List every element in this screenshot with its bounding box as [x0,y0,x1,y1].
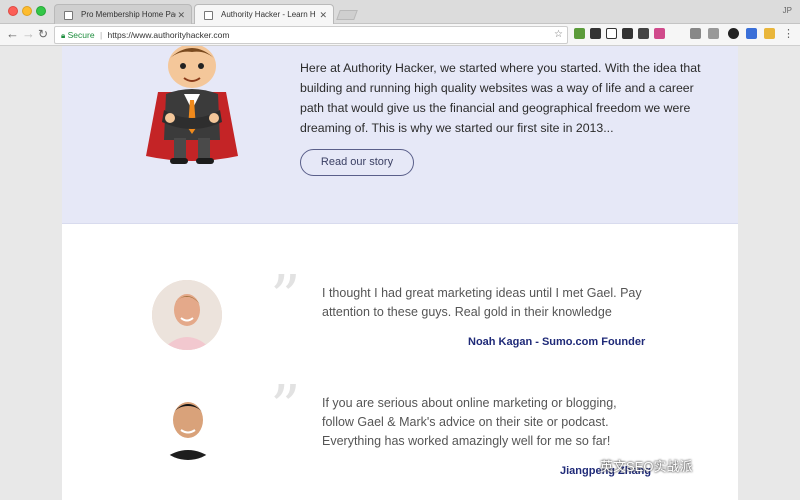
layers-extension-icon[interactable] [590,28,601,39]
pocket-icon[interactable] [622,28,633,39]
tab-close-icon[interactable]: ✕ [319,5,327,25]
testimonial-avatar-noah [152,280,222,350]
bookmark-star-icon[interactable]: ☆ [554,27,563,43]
extension-icon[interactable] [690,28,701,39]
menu-icon[interactable]: ⋮ [783,27,794,41]
testimonial-avatar-jiangpeng [152,388,224,460]
testimonial-quote: If you are serious about online marketin… [322,396,617,448]
extension-icon[interactable] [670,28,681,39]
reload-icon[interactable]: ↻ [38,27,48,41]
page-icon [64,11,73,20]
tab-close-icon[interactable]: ✕ [177,5,185,25]
url-text: https://www.authorityhacker.com [107,30,230,40]
watermark-overlay: 英文SEO实战派 [600,456,692,475]
page-viewport: Here at Authority Hacker, we started whe… [0,46,800,500]
extension-icon[interactable] [606,28,617,39]
address-bar[interactable]: 🔒︎ Secure | https://www.authorityhacker.… [54,26,568,44]
about-section: Here at Authority Hacker, we started whe… [62,46,738,224]
browser-tab-bar: Pro Membership Home Page - ✕ Authority H… [0,0,800,25]
testimonial-quote: I thought I had great marketing ideas un… [322,286,642,319]
person-photo [152,280,222,350]
extension-icon[interactable] [708,28,719,39]
back-icon[interactable]: ← [6,27,19,41]
url-separator: | [99,30,103,40]
tab-title: Authority Hacker - Learn How [221,10,316,19]
extension-icon[interactable] [574,28,585,39]
maximize-window-button[interactable] [36,6,46,16]
person-photo [152,388,224,460]
quote-mark-icon: ” [270,263,301,333]
browser-toolbar: ← → ↻ 🔒︎ Secure | https://www.authorityh… [0,24,800,46]
gmail-icon[interactable] [638,28,649,39]
new-tab-button[interactable] [336,10,358,20]
tab-title: Pro Membership Home Page - [81,10,176,19]
page-content: Here at Authority Hacker, we started whe… [62,46,738,500]
about-paragraph: Here at Authority Hacker, we started whe… [300,61,701,135]
read-our-story-button[interactable]: Read our story [300,149,414,176]
watermark-text: 英文SEO实战派 [600,459,693,474]
testimonial-author[interactable]: Noah Kagan - Sumo.com Founder [468,336,645,348]
extension-icon[interactable] [728,28,739,39]
secure-label: Secure [67,30,95,40]
extension-icon[interactable] [654,28,665,39]
lock-icon: 🔒︎ [61,31,66,40]
profile-label[interactable]: JP [783,6,792,15]
page-icon [204,11,213,20]
extension-icon[interactable] [746,28,757,39]
minimize-window-button[interactable] [22,6,32,16]
quote-mark-icon: ” [270,373,301,443]
superhero-mascot-illustration [146,46,238,164]
extension-icon[interactable] [764,28,775,39]
tab-pro-membership[interactable]: Pro Membership Home Page - ✕ [54,4,192,25]
close-window-button[interactable] [8,6,18,16]
tab-authority-hacker[interactable]: Authority Hacker - Learn How ✕ [194,4,334,25]
forward-icon[interactable]: → [22,27,35,41]
